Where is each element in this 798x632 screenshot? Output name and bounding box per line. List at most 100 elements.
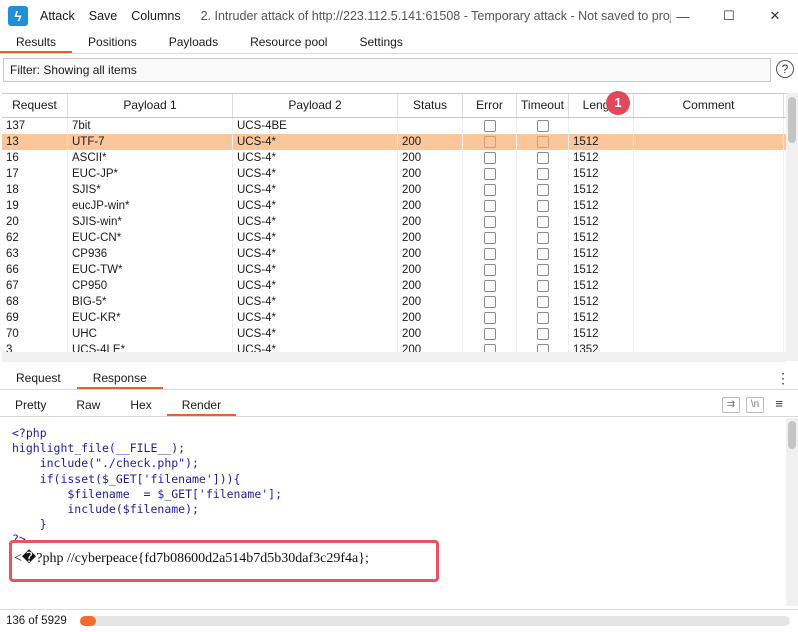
error-checkbox[interactable]: [483, 264, 496, 276]
table-vertical-scrollbar[interactable]: [786, 93, 798, 361]
tab-resource-pool[interactable]: Resource pool: [234, 32, 343, 53]
minimize-icon[interactable]: —: [660, 0, 706, 32]
burp-logo-icon: ϟ: [8, 6, 28, 26]
newline-icon[interactable]: \n: [746, 397, 764, 413]
table-row[interactable]: 13 UTF-7 UCS-4* 200 1512: [2, 134, 787, 150]
table-row[interactable]: 69 EUC-KR* UCS-4* 200 1512: [2, 310, 787, 326]
timeout-checkbox[interactable]: [536, 312, 549, 324]
cell-payload-2: UCS-4*: [233, 326, 398, 342]
table-row[interactable]: 17 EUC-JP* UCS-4* 200 1512: [2, 166, 787, 182]
close-icon[interactable]: ✕: [752, 0, 798, 32]
menu-icon[interactable]: ≡: [770, 397, 788, 413]
table-row[interactable]: 63 CP936 UCS-4* 200 1512: [2, 246, 787, 262]
timeout-checkbox[interactable]: [536, 328, 549, 340]
cell-payload-2: UCS-4*: [233, 214, 398, 230]
table-row[interactable]: 70 UHC UCS-4* 200 1512: [2, 326, 787, 342]
column-comment[interactable]: Comment: [634, 94, 784, 117]
cell-length: 1512: [569, 326, 634, 342]
maximize-icon[interactable]: ☐: [706, 0, 752, 32]
column-status[interactable]: Status: [398, 94, 463, 117]
error-checkbox[interactable]: [483, 296, 496, 308]
more-options-icon[interactable]: ⋮: [776, 370, 790, 387]
column-request[interactable]: Request: [2, 94, 68, 117]
code-line: if(isset($_GET['filename'])){: [12, 471, 241, 486]
cell-status: 200: [398, 246, 463, 262]
timeout-checkbox[interactable]: [536, 184, 549, 196]
filter-bar[interactable]: Filter: Showing all items: [3, 58, 771, 82]
table-row[interactable]: 137 7bit UCS-4BE: [2, 118, 787, 134]
cell-comment: [634, 214, 784, 230]
title-bar: ϟ Attack Save Columns 2. Intruder attack…: [0, 0, 798, 32]
cell-error: [463, 182, 517, 198]
tab-raw[interactable]: Raw: [61, 395, 115, 416]
timeout-checkbox[interactable]: [536, 280, 549, 292]
error-checkbox[interactable]: [483, 328, 496, 340]
timeout-checkbox[interactable]: [536, 216, 549, 228]
column-error[interactable]: Error: [463, 94, 517, 117]
title-menu: Attack Save Columns: [40, 9, 195, 23]
timeout-checkbox[interactable]: [536, 152, 549, 164]
table-row[interactable]: 66 EUC-TW* UCS-4* 200 1512: [2, 262, 787, 278]
error-checkbox[interactable]: [483, 136, 496, 148]
error-checkbox[interactable]: [483, 184, 496, 196]
timeout-checkbox[interactable]: [536, 120, 549, 132]
cell-payload-1: SJIS-win*: [68, 214, 233, 230]
save-menu[interactable]: Save: [89, 9, 118, 23]
column-timeout[interactable]: Timeout: [517, 94, 569, 117]
table-horizontal-scrollbar[interactable]: [2, 352, 786, 362]
tab-settings[interactable]: Settings: [343, 32, 418, 53]
columns-menu[interactable]: Columns: [131, 9, 180, 23]
error-checkbox[interactable]: [483, 200, 496, 212]
cell-status: 200: [398, 262, 463, 278]
progress-bar: [80, 616, 790, 626]
column-payload-1[interactable]: Payload 1: [68, 94, 233, 117]
timeout-checkbox[interactable]: [536, 200, 549, 212]
cell-length: 1512: [569, 198, 634, 214]
error-checkbox[interactable]: [483, 216, 496, 228]
cell-payload-1: SJIS*: [68, 182, 233, 198]
error-checkbox[interactable]: [483, 312, 496, 324]
error-checkbox[interactable]: [483, 152, 496, 164]
table-row[interactable]: 62 EUC-CN* UCS-4* 200 1512: [2, 230, 787, 246]
table-row[interactable]: 20 SJIS-win* UCS-4* 200 1512: [2, 214, 787, 230]
tab-pretty[interactable]: Pretty: [0, 395, 61, 416]
timeout-checkbox[interactable]: [536, 264, 549, 276]
cell-length: 1512: [569, 214, 634, 230]
response-scrollbar[interactable]: [786, 418, 798, 606]
table-row[interactable]: 67 CP950 UCS-4* 200 1512: [2, 278, 787, 294]
timeout-checkbox[interactable]: [536, 248, 549, 260]
status-bar: 136 of 5929: [0, 609, 798, 632]
wrap-icon[interactable]: ⇉: [722, 397, 740, 413]
error-checkbox[interactable]: [483, 248, 496, 260]
error-checkbox[interactable]: [483, 168, 496, 180]
table-row[interactable]: 16 ASCII* UCS-4* 200 1512: [2, 150, 787, 166]
timeout-checkbox[interactable]: [536, 232, 549, 244]
table-row[interactable]: 18 SJIS* UCS-4* 200 1512: [2, 182, 787, 198]
cell-request: 17: [2, 166, 68, 182]
error-checkbox[interactable]: [483, 280, 496, 292]
table-row[interactable]: 19 eucJP-win* UCS-4* 200 1512: [2, 198, 787, 214]
help-icon[interactable]: ?: [776, 60, 794, 78]
cell-payload-1: EUC-KR*: [68, 310, 233, 326]
tab-response[interactable]: Response: [76, 368, 163, 389]
tab-hex[interactable]: Hex: [115, 395, 166, 416]
error-checkbox[interactable]: [483, 120, 496, 132]
cell-timeout: [517, 134, 569, 150]
step-badge: 1: [606, 91, 630, 115]
cell-payload-2: UCS-4*: [233, 310, 398, 326]
timeout-checkbox[interactable]: [536, 136, 549, 148]
column-payload-2[interactable]: Payload 2: [233, 94, 398, 117]
error-checkbox[interactable]: [483, 232, 496, 244]
attack-menu[interactable]: Attack: [40, 9, 75, 23]
tab-results[interactable]: Results: [0, 32, 73, 53]
cell-status: 200: [398, 198, 463, 214]
cell-error: [463, 214, 517, 230]
timeout-checkbox[interactable]: [536, 296, 549, 308]
tab-payloads[interactable]: Payloads: [153, 32, 234, 53]
timeout-checkbox[interactable]: [536, 168, 549, 180]
table-row[interactable]: 68 BIG-5* UCS-4* 200 1512: [2, 294, 787, 310]
tab-positions[interactable]: Positions: [72, 32, 153, 53]
cell-timeout: [517, 278, 569, 294]
tab-render[interactable]: Render: [166, 395, 237, 416]
tab-request[interactable]: Request: [0, 368, 77, 389]
